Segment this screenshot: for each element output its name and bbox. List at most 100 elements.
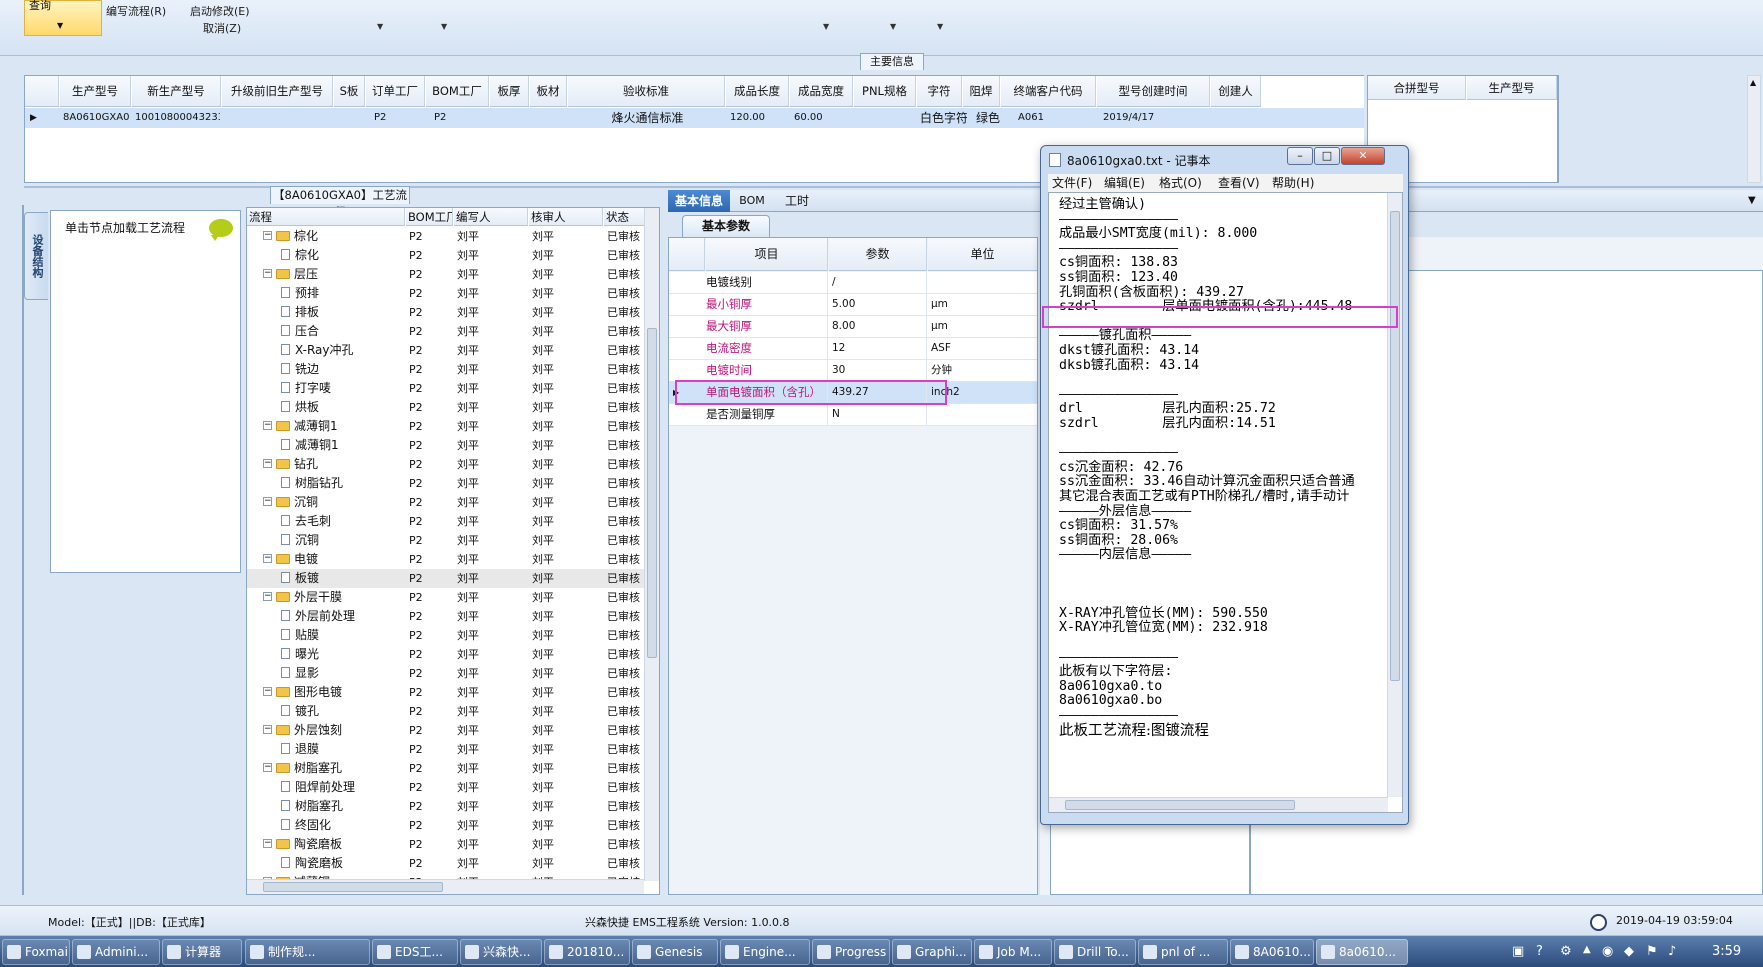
cell-bom-factory[interactable]: P2 [426,108,488,128]
tree-row[interactable]: − 图形电镀 P2 刘平 刘平 已审核 [247,683,644,702]
maximize-button[interactable]: □ [1314,147,1340,165]
tree-node-name[interactable]: 阻焊前处理 [281,778,403,797]
volume-icon[interactable]: ♪ [1668,944,1676,959]
taskbar-button[interactable]: 计算器 [162,939,242,965]
tree-row[interactable]: 铣边 P2 刘平 刘平 已审核 [247,360,644,379]
taskbar-button[interactable]: Drill To... [1054,939,1136,965]
tab-worktime[interactable]: 工时 [774,190,820,212]
param-value[interactable]: 30 [829,360,927,381]
taskbar-button[interactable]: Admini... [72,939,160,965]
col-header[interactable]: 成品长度 [726,76,789,107]
menu-file[interactable]: 文件(F) [1052,174,1092,192]
col-header[interactable]: 生产型号 [60,76,131,107]
tree-row[interactable]: 去毛刺 P2 刘平 刘平 已审核 [247,512,644,531]
tree-row[interactable]: 烘板 P2 刘平 刘平 已审核 [247,398,644,417]
col-header[interactable]: 订单工厂 [366,76,425,107]
taskbar-button[interactable]: 制作规... [245,939,370,965]
collapse-icon[interactable]: − [263,497,272,506]
col-header[interactable]: 核审人 [529,208,603,226]
tree-node-name[interactable]: 贴膜 [281,626,403,645]
scroll-thumb[interactable] [647,328,657,658]
tree-node-name[interactable]: 终固化 [281,816,403,835]
col-header[interactable]: 终端客户代码 [1001,76,1096,107]
tray-icon[interactable]: ◆ [1624,944,1634,959]
close-button[interactable]: ✕ [1341,147,1385,165]
tree-node-name[interactable]: 陶瓷磨板 [281,854,403,873]
col-header[interactable]: 型号创建时间 [1097,76,1210,107]
taskbar-clock[interactable]: 3:59 [1712,944,1741,959]
tree-node-name[interactable]: − 外层干膜 [263,588,403,607]
tree-node-name[interactable]: − 图形电镀 [263,683,403,702]
cell-model[interactable]: 8A0610GXA0 [60,108,130,128]
tree-row[interactable]: 减薄铜1 P2 刘平 刘平 已审核 [247,436,644,455]
tree-node-name[interactable]: 烘板 [281,398,403,417]
collapse-icon[interactable]: − [263,839,272,848]
cancel-button[interactable]: 取消(Z) [203,20,241,36]
tree-node-name[interactable]: 去毛刺 [281,512,403,531]
collapse-icon[interactable]: − [263,763,272,772]
taskbar-button[interactable]: Engine... [720,939,810,965]
flag-icon[interactable]: ⚑ [1646,944,1658,959]
tree-node-name[interactable]: 打字唛 [281,379,403,398]
scrollbar[interactable]: ▲ [1747,75,1761,183]
tree-node-name[interactable]: 显影 [281,664,403,683]
scrollbar[interactable] [1049,797,1388,812]
tree-node-name[interactable]: − 钻孔 [263,455,403,474]
param-row[interactable]: 最大铜厚 8.00 μm [669,316,1037,338]
network-icon[interactable]: ◉ [1602,944,1613,959]
tree-node-name[interactable]: − 沉铜 [263,493,403,512]
tree-row[interactable]: 显影 P2 刘平 刘平 已审核 [247,664,644,683]
param-value[interactable]: 8.00 [829,316,927,337]
menu-view[interactable]: 查看(V) [1218,174,1260,192]
taskbar-button[interactable]: pnl of ... [1138,939,1228,965]
param-row[interactable]: 电流密度 12 ASF [669,338,1037,360]
tree-row[interactable]: 排板 P2 刘平 刘平 已审核 [247,303,644,322]
tree-node-name[interactable]: 曝光 [281,645,403,664]
tree-row[interactable]: − 外层干膜 P2 刘平 刘平 已审核 [247,588,644,607]
tree-row[interactable]: 贴膜 P2 刘平 刘平 已审核 [247,626,644,645]
cell-created[interactable]: 2019/4/17 [1100,108,1200,128]
tree-node-name[interactable]: 树脂钻孔 [281,474,403,493]
tree-row[interactable]: − 层压 P2 刘平 刘平 已审核 [247,265,644,284]
col-header[interactable]: BOM工厂 [426,76,489,107]
taskbar-button[interactable]: EDS工... [372,939,458,965]
col-header[interactable]: 字符 [917,76,962,107]
tree-row[interactable]: − 电镀 P2 刘平 刘平 已审核 [247,550,644,569]
tree-node-name[interactable]: X-Ray冲孔 [281,341,403,360]
tree-row[interactable]: − 钻孔 P2 刘平 刘平 已审核 [247,455,644,474]
tree-node-name[interactable]: 板镀 [281,569,403,588]
tree-row[interactable]: 压合 P2 刘平 刘平 已审核 [247,322,644,341]
chevron-down-icon[interactable]: ▼ [441,22,447,31]
param-row[interactable]: 电镀线别 / [669,272,1037,294]
chat-bubble-icon[interactable] [209,219,233,241]
tree-node-name[interactable]: − 树脂塞孔 [263,759,403,778]
tree-row[interactable]: 预排 P2 刘平 刘平 已审核 [247,284,644,303]
param-value[interactable]: 12 [829,338,927,359]
collapse-icon[interactable]: − [263,421,272,430]
cell-length[interactable]: 120.00 [726,108,788,128]
tree-row[interactable]: 阻焊前处理 P2 刘平 刘平 已审核 [247,778,644,797]
col-header[interactable]: S板 [334,76,365,107]
param-row[interactable]: 电镀时间 30 分钟 [669,360,1037,382]
query-button[interactable]: 查询 ▼ [24,0,102,36]
tree-node-name[interactable]: 减薄铜1 [281,436,403,455]
tree-row[interactable]: 树脂塞孔 P2 刘平 刘平 已审核 [247,797,644,816]
tree-row[interactable]: 沉铜 P2 刘平 刘平 已审核 [247,531,644,550]
taskbar-button[interactable]: Genesis [632,939,718,965]
col-header[interactable]: 成品宽度 [790,76,853,107]
arrow-up-icon[interactable]: ▲ [1750,78,1756,87]
chevron-down-icon[interactable]: ▼ [937,22,943,31]
tree-row[interactable]: 终固化 P2 刘平 刘平 已审核 [247,816,644,835]
start-edit-button[interactable]: 启动修改(E) [190,3,250,19]
param-value[interactable]: 5.00 [829,294,927,315]
taskbar-button[interactable]: Progress [812,939,890,965]
tree-node-name[interactable]: 外层前处理 [281,607,403,626]
minimize-button[interactable]: – [1287,147,1313,165]
scroll-thumb[interactable] [1065,800,1295,810]
col-header[interactable]: 板材 [530,76,567,107]
tree-node-name[interactable]: 退膜 [281,740,403,759]
tree-row[interactable]: 棕化 P2 刘平 刘平 已审核 [247,246,644,265]
col-header[interactable]: 流程 [247,208,405,226]
cell-standard[interactable]: 烽火通信标准 [568,108,724,128]
menu-help[interactable]: 帮助(H) [1272,174,1314,192]
